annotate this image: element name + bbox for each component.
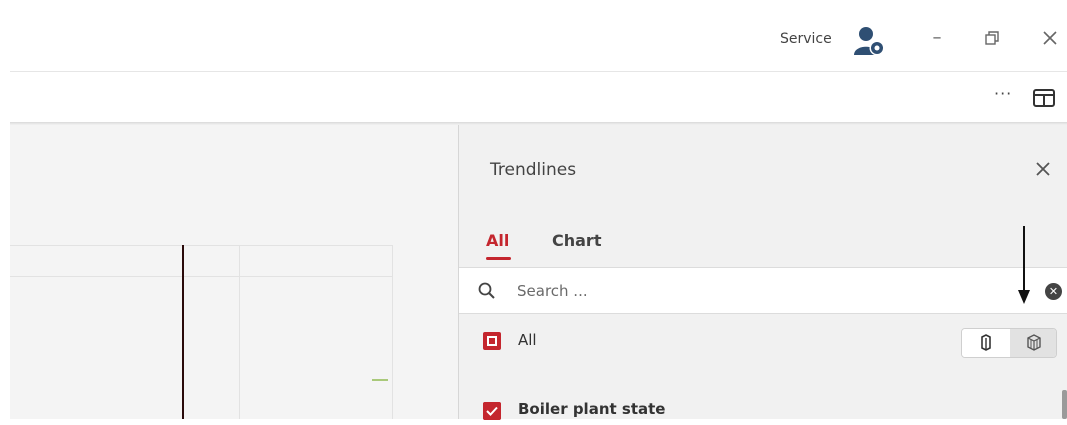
item-checkbox[interactable]	[483, 402, 501, 420]
view-toggle-multi[interactable]	[1010, 329, 1056, 357]
multi-cube-icon	[1027, 334, 1041, 351]
title-bar: Service –	[0, 0, 1067, 72]
trend-marker	[372, 379, 388, 381]
tab-chart[interactable]: Chart	[552, 231, 601, 250]
toolbar: ···	[10, 72, 1067, 122]
more-options-icon[interactable]: ···	[994, 84, 1012, 103]
grid-line	[239, 245, 240, 419]
search-input[interactable]	[517, 278, 977, 304]
tab-all[interactable]: All	[486, 231, 509, 250]
active-tab-indicator	[486, 257, 511, 260]
close-icon[interactable]	[1033, 159, 1053, 179]
select-all-checkbox[interactable]	[483, 332, 501, 350]
search-icon	[478, 282, 495, 299]
scrollbar-thumb[interactable]	[1062, 390, 1067, 419]
user-settings-icon[interactable]	[852, 25, 886, 57]
select-all-label: All	[518, 331, 537, 349]
restore-icon[interactable]	[980, 26, 1004, 50]
panel-title: Trendlines	[490, 160, 577, 180]
annotation-arrow-icon	[1018, 226, 1030, 304]
select-all-row: All	[459, 315, 1067, 365]
view-toggle-single[interactable]	[962, 329, 1010, 357]
view-toggle	[961, 328, 1057, 358]
service-label[interactable]: Service	[780, 31, 832, 47]
clear-search-icon[interactable]: ✕	[1045, 283, 1062, 300]
single-cube-icon	[981, 334, 991, 351]
minimize-icon[interactable]: –	[925, 26, 949, 50]
list-item[interactable]: Boiler plant state	[459, 395, 1067, 425]
grid-line	[10, 276, 393, 277]
search-bar: ✕	[459, 267, 1067, 314]
close-icon[interactable]	[1038, 26, 1062, 50]
grid-line	[392, 245, 393, 419]
trendlines-panel: Trendlines All Chart ✕ All	[459, 125, 1067, 420]
time-cursor-line[interactable]	[182, 245, 184, 419]
panel-toggle-icon[interactable]	[1033, 89, 1055, 107]
item-label: Boiler plant state	[518, 400, 666, 418]
grid-line	[10, 245, 393, 246]
chart-area[interactable]	[10, 125, 458, 419]
